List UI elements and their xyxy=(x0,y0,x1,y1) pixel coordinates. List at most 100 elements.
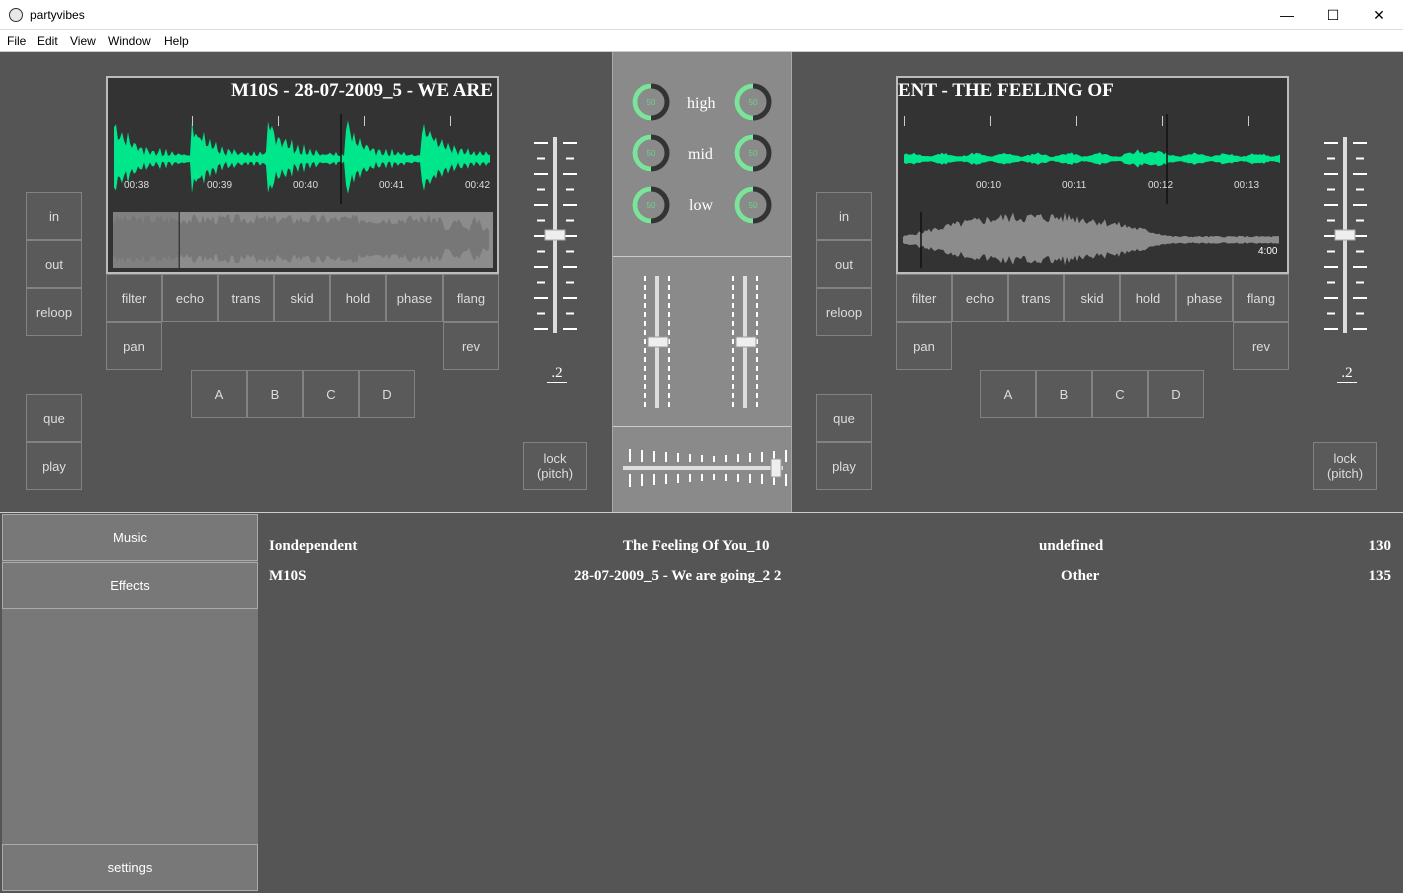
cue-button[interactable]: que xyxy=(816,394,872,442)
app-window: partyvibes — ☐ ✕ File Edit View Window H… xyxy=(0,0,1403,893)
effect-skid-button[interactable]: skid xyxy=(1064,274,1120,322)
loop-out-button[interactable]: out xyxy=(816,240,872,288)
waveform-tick xyxy=(990,116,991,126)
time-label: 00:11 xyxy=(1062,180,1087,191)
play-button[interactable]: play xyxy=(816,442,872,490)
track-title-left: M10S - 28-07-2009_5 - WE ARE xyxy=(231,80,493,101)
waveform-tick xyxy=(450,116,451,126)
waveform-tick xyxy=(1162,116,1163,126)
cue-b-button[interactable]: B xyxy=(247,370,303,418)
app-icon xyxy=(9,8,23,22)
pitch-lock-button[interactable]: lock (pitch) xyxy=(523,442,587,490)
loop-out-button[interactable]: out xyxy=(26,240,82,288)
overview-waveform-left[interactable] xyxy=(113,212,493,268)
tab-effects[interactable]: Effects xyxy=(2,562,258,609)
effect-phase-button[interactable]: phase xyxy=(1176,274,1233,322)
pitch-value-right: .2 xyxy=(1337,365,1357,383)
menu-edit[interactable]: Edit xyxy=(37,34,58,48)
effect-filter-button[interactable]: filter xyxy=(896,274,952,322)
waveform-display-left[interactable]: M10S - 28-07-2009_5 - WE ARE 00:38 00:39… xyxy=(106,76,499,274)
effect-echo-button[interactable]: echo xyxy=(952,274,1008,322)
eq-knob-value: 50 xyxy=(748,97,758,107)
waveform-display-right[interactable]: ENT - THE FEELING OF 00:10 00:11 00:12 0… xyxy=(896,76,1289,274)
cue-c-button[interactable]: C xyxy=(303,370,359,418)
track-genre: undefined xyxy=(1039,538,1104,554)
track-title-right: ENT - THE FEELING OF xyxy=(898,80,1114,101)
waveform-tick xyxy=(1076,116,1077,126)
minimize-button[interactable]: — xyxy=(1264,0,1310,30)
tab-music[interactable]: Music xyxy=(2,514,258,561)
eq-knob-value: 50 xyxy=(646,148,656,158)
waveform-tick xyxy=(278,116,279,126)
play-button[interactable]: play xyxy=(26,442,82,490)
pitch-value-left: .2 xyxy=(547,365,567,383)
reloop-button[interactable]: reloop xyxy=(26,288,82,336)
effect-pan-button[interactable]: pan xyxy=(896,322,952,370)
track-artist: M10S xyxy=(269,568,307,584)
mixer: 50 50 high 50 50 mid 50 50 low xyxy=(612,52,792,513)
window-title: partyvibes xyxy=(30,8,85,22)
waveform-right xyxy=(904,114,1280,204)
channel-fader-left[interactable] xyxy=(641,272,675,412)
effect-rev-button[interactable]: rev xyxy=(443,322,499,370)
track-bpm: 130 xyxy=(1368,538,1392,554)
menu-help[interactable]: Help xyxy=(164,34,189,48)
cue-d-button[interactable]: D xyxy=(359,370,415,418)
eq-knob-value: 50 xyxy=(748,200,758,210)
effect-hold-button[interactable]: hold xyxy=(1120,274,1176,322)
effect-filter-button[interactable]: filter xyxy=(106,274,162,322)
pitch-slider-left[interactable] xyxy=(528,134,582,338)
loop-in-button[interactable]: in xyxy=(26,192,82,240)
waveform-tick xyxy=(904,116,905,126)
effect-rev-button[interactable]: rev xyxy=(1233,322,1289,370)
waveform-tick xyxy=(1248,116,1249,126)
eq-knob-value: 50 xyxy=(748,148,758,158)
effect-trans-button[interactable]: trans xyxy=(218,274,274,322)
time-label: 00:10 xyxy=(976,180,1002,191)
channel-fader-right[interactable] xyxy=(729,272,763,412)
cue-b-button[interactable]: B xyxy=(1036,370,1092,418)
menu-file[interactable]: File xyxy=(7,34,26,48)
effect-flang-button[interactable]: flang xyxy=(443,274,499,322)
overview-waveform-right[interactable] xyxy=(903,212,1283,268)
list-item[interactable]: M10S 28-07-2009_5 - We are going_2 2 Oth… xyxy=(269,565,1391,589)
effect-hold-button[interactable]: hold xyxy=(330,274,386,322)
track-title: The Feeling Of You_10 xyxy=(623,538,770,554)
pitch-slider-right[interactable] xyxy=(1318,134,1372,338)
cue-button[interactable]: que xyxy=(26,394,82,442)
eq-knob-value: 50 xyxy=(646,200,656,210)
eq-knob-value: 50 xyxy=(646,97,656,107)
title-bar: partyvibes — ☐ ✕ xyxy=(0,0,1403,30)
time-label: 00:40 xyxy=(293,180,319,191)
cue-a-button[interactable]: A xyxy=(980,370,1036,418)
pitch-lock-button[interactable]: lock (pitch) xyxy=(1313,442,1377,490)
menu-view[interactable]: View xyxy=(70,34,96,48)
eq-label-low: low xyxy=(689,197,713,214)
settings-button[interactable]: settings xyxy=(2,844,258,891)
loop-in-button[interactable]: in xyxy=(816,192,872,240)
eq-label-mid: mid xyxy=(688,146,713,163)
reloop-button[interactable]: reloop xyxy=(816,288,872,336)
time-label: 00:41 xyxy=(379,180,405,191)
effect-skid-button[interactable]: skid xyxy=(274,274,330,322)
maximize-button[interactable]: ☐ xyxy=(1310,0,1356,30)
mixer-divider xyxy=(613,256,791,257)
track-genre: Other xyxy=(1061,568,1100,584)
close-button[interactable]: ✕ xyxy=(1356,0,1402,30)
time-label: 00:13 xyxy=(1234,180,1260,191)
effect-pan-button[interactable]: pan xyxy=(106,322,162,370)
effect-flang-button[interactable]: flang xyxy=(1233,274,1289,322)
eq-label-high: high xyxy=(687,95,716,112)
cue-c-button[interactable]: C xyxy=(1092,370,1148,418)
track-title: 28-07-2009_5 - We are going_2 2 xyxy=(574,568,782,584)
menu-window[interactable]: Window xyxy=(108,34,151,48)
cue-a-button[interactable]: A xyxy=(191,370,247,418)
cue-d-button[interactable]: D xyxy=(1148,370,1204,418)
track-bpm: 135 xyxy=(1368,568,1392,584)
list-item[interactable]: Iondependent The Feeling Of You_10 undef… xyxy=(269,535,1391,559)
effect-echo-button[interactable]: echo xyxy=(162,274,218,322)
effect-phase-button[interactable]: phase xyxy=(386,274,443,322)
time-label: 00:42 xyxy=(465,180,491,191)
crossfader[interactable] xyxy=(619,442,787,494)
effect-trans-button[interactable]: trans xyxy=(1008,274,1064,322)
